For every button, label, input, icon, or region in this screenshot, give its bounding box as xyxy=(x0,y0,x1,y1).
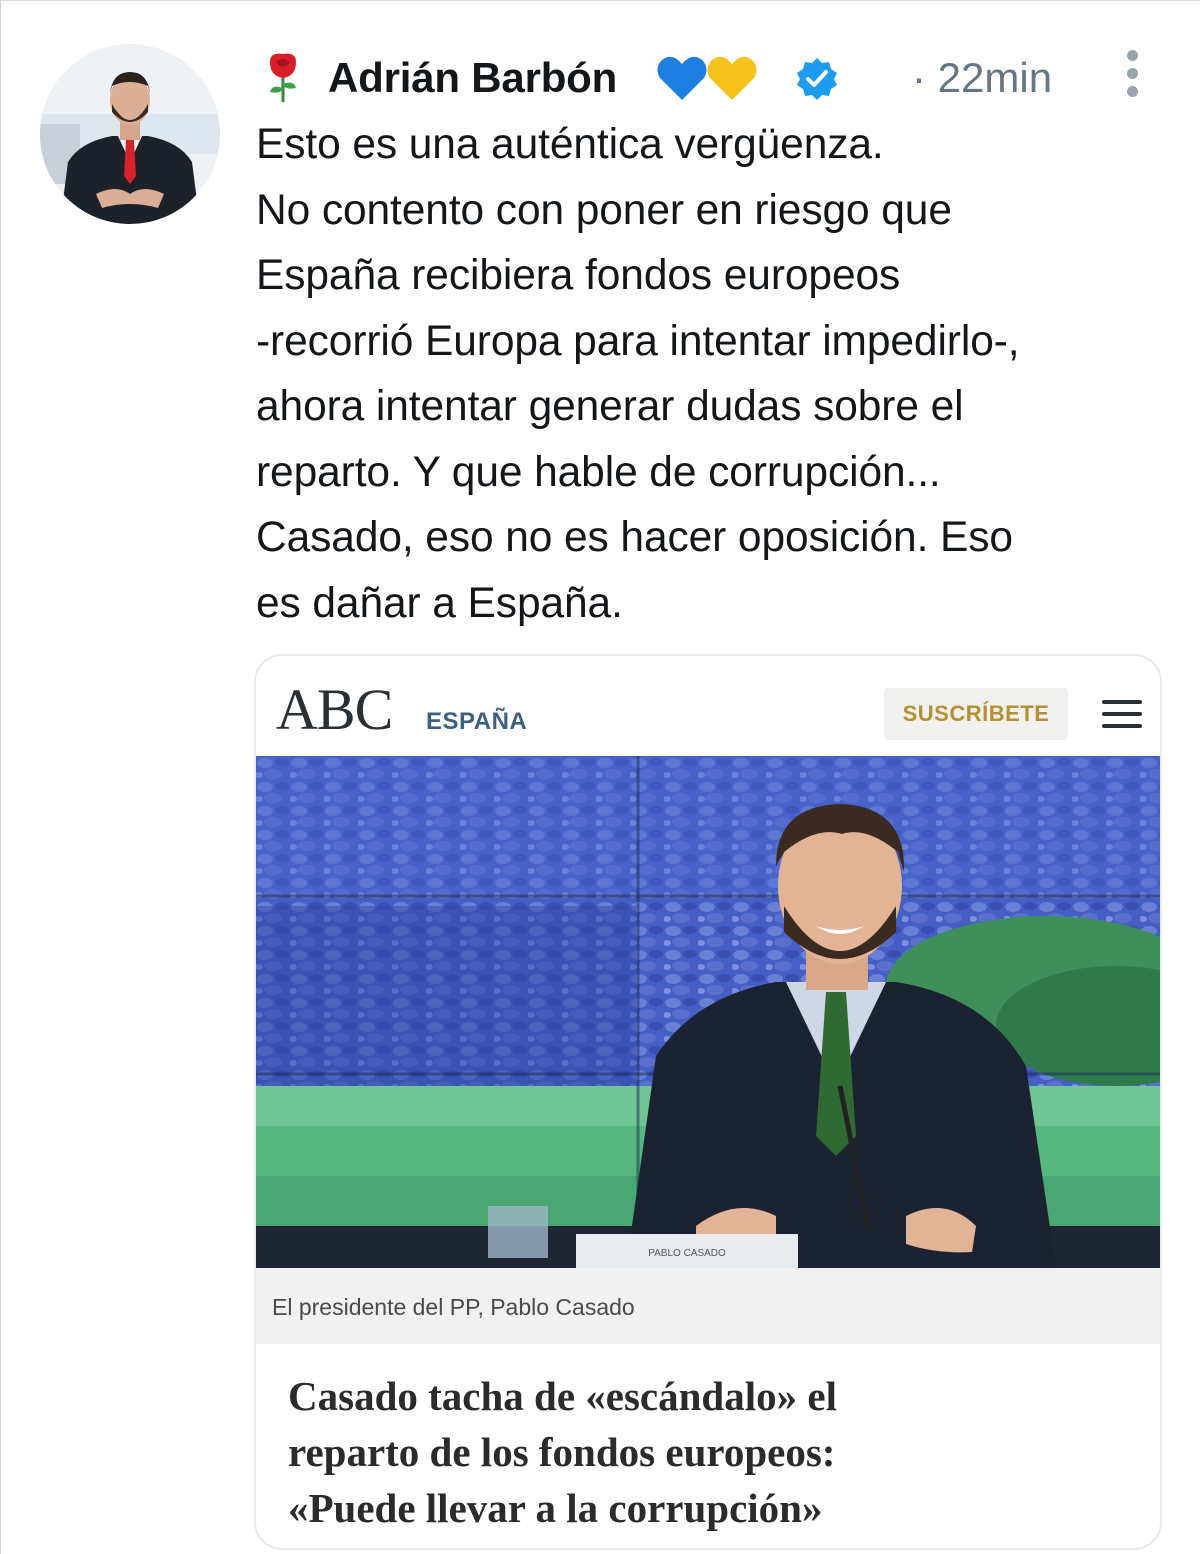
section-label: ESPAÑA xyxy=(426,708,528,735)
hamburger-menu-icon xyxy=(1102,700,1142,730)
article-card[interactable]: ABC ESPAÑA SUSCRÍBETE PABLO CASADO El pr… xyxy=(254,654,1162,1550)
author-name[interactable]: Adrián Barbón xyxy=(328,54,617,102)
article-photo-image: PABLO CASADO xyxy=(256,756,1160,1268)
article-headline[interactable]: Casado tacha de «escándalo» el reparto d… xyxy=(288,1368,1148,1536)
tweet-timestamp[interactable]: · 22min xyxy=(912,54,1052,102)
tweet-text: Esto es una auténtica vergüenza. No cont… xyxy=(256,112,1176,636)
tweet[interactable]: Adrián Barbón · 22min Esto es una autént… xyxy=(0,0,1200,1554)
photo-caption-bar: El presidente del PP, Pablo Casado xyxy=(256,1268,1160,1344)
tweet-text-line: Esto es una auténtica vergüenza. xyxy=(256,121,884,168)
tweet-text-line: ahora intentar generar dudas sobre el xyxy=(256,383,964,430)
yellow-heart-icon xyxy=(707,56,757,100)
subscribe-button: SUSCRÍBETE xyxy=(884,688,1068,740)
headline-line: reparto de los fondos europeos: xyxy=(288,1429,836,1475)
tweet-text-line: España recibiera fondos europeos xyxy=(256,252,901,299)
article-screenshot: ABC ESPAÑA SUSCRÍBETE PABLO CASADO El pr… xyxy=(256,656,1160,1344)
abc-logo: ABC xyxy=(276,677,393,742)
photo-nameplate: PABLO CASADO xyxy=(648,1248,726,1259)
blue-heart-icon xyxy=(657,56,707,100)
tweet-text-line: es dañar a España. xyxy=(256,579,623,627)
avatar-photo xyxy=(40,44,220,224)
tweet-text-line: No contento con poner en riesgo que xyxy=(256,186,952,234)
verified-badge-icon xyxy=(797,58,837,100)
article-photo: PABLO CASADO xyxy=(256,756,1160,1268)
tweet-text-line: reparto. Y que hable de corrupción... xyxy=(256,448,941,496)
author-avatar[interactable] xyxy=(40,44,220,224)
more-options-icon[interactable] xyxy=(1120,50,1144,106)
headline-line: Casado tacha de «escándalo» el xyxy=(288,1373,837,1419)
tweet-header: Adrián Barbón · 22min xyxy=(262,42,1162,112)
abc-header-bar: ABC ESPAÑA SUSCRÍBETE xyxy=(256,656,1160,756)
tweet-text-line: Casado, eso no es hacer oposición. Eso xyxy=(256,514,1013,561)
photo-caption: El presidente del PP, Pablo Casado xyxy=(272,1294,635,1320)
tweet-text-line: -recorrió Europa para intentar impedirlo… xyxy=(256,317,1020,365)
rose-icon xyxy=(270,53,296,102)
headline-line: «Puede llevar a la corrupción» xyxy=(288,1485,823,1531)
